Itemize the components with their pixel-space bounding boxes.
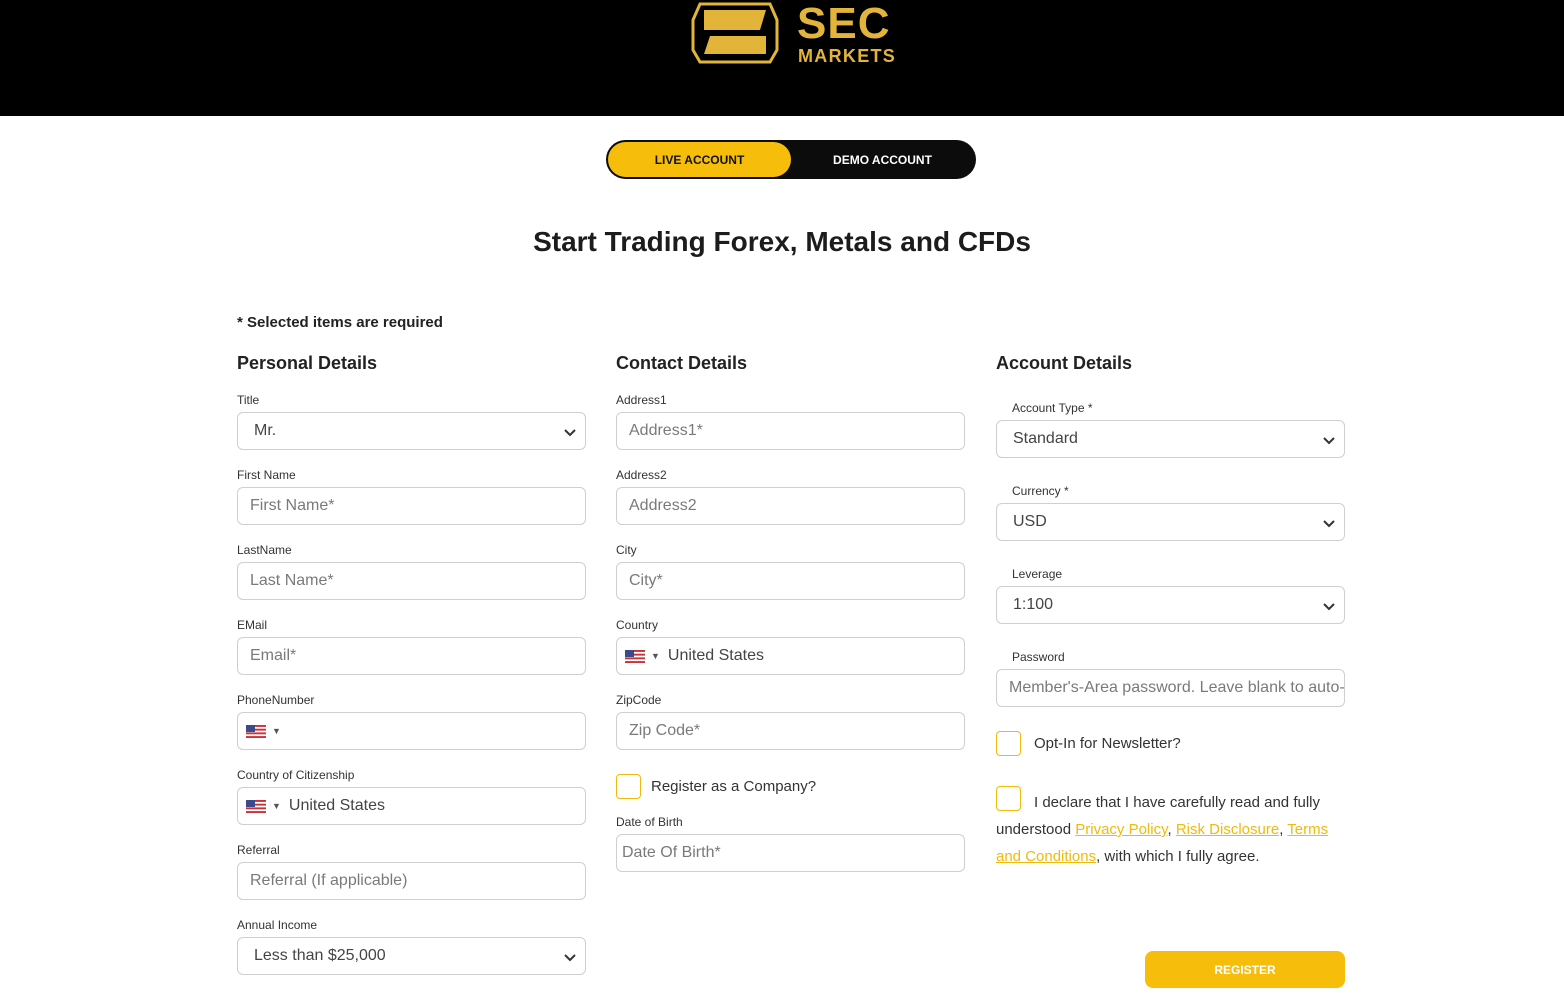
account-details-heading: Account Details (996, 353, 1133, 373)
title-label: Title (237, 393, 260, 407)
demo-account-tab[interactable]: DEMO ACCOUNT (791, 142, 974, 177)
last-name-label: LastName (237, 543, 292, 557)
us-flag-icon (625, 649, 645, 663)
citizenship-label: Country of Citizenship (237, 768, 355, 782)
account-type-select[interactable]: Standard (996, 420, 1345, 458)
country-value: United States (667, 647, 764, 664)
declaration-text-end: , with which I fully agree. (1096, 848, 1260, 865)
declaration-comma: , (1167, 821, 1172, 838)
declaration-comma: , (1279, 821, 1284, 838)
chevron-down-icon (564, 954, 576, 962)
currency-label: Currency * (1012, 484, 1069, 498)
account-type-value: Standard (1013, 430, 1078, 447)
leverage-value: 1:100 (1013, 596, 1054, 613)
logo-text-sec: SEC (797, 0, 891, 48)
chevron-down-icon (1323, 520, 1335, 528)
us-flag-icon[interactable] (246, 724, 266, 738)
dob-input[interactable]: Date Of Birth* (616, 834, 965, 872)
required-note: * Selected items are required (237, 314, 443, 331)
city-input[interactable]: City* (616, 562, 965, 600)
newsletter-label[interactable]: Opt-In for Newsletter? (1034, 735, 1181, 752)
chevron-down-icon (564, 429, 576, 437)
address2-label: Address2 (616, 468, 667, 482)
email-label: EMail (237, 618, 268, 632)
address1-input[interactable]: Address1* (616, 412, 965, 450)
account-type-toggle: LIVE ACCOUNT DEMO ACCOUNT (606, 140, 976, 179)
register-company-label[interactable]: Register as a Company? (651, 778, 816, 795)
chevron-down-icon (1323, 437, 1335, 445)
personal-details-heading: Personal Details (237, 353, 378, 373)
title-select[interactable]: Mr. (237, 412, 586, 450)
phone-label: PhoneNumber (237, 693, 315, 707)
privacy-policy-link[interactable]: Privacy Policy (1075, 821, 1167, 838)
newsletter-checkbox[interactable] (996, 731, 1021, 756)
register-button[interactable]: REGISTER (1145, 951, 1345, 988)
site-header: SEC MARKETS (0, 0, 1564, 116)
dob-label: Date of Birth (616, 815, 683, 829)
zip-label: ZipCode (616, 693, 662, 707)
logo-mark-icon (691, 2, 779, 64)
address1-label: Address1 (616, 393, 667, 407)
phone-input[interactable]: ▼ (237, 712, 586, 750)
country-label: Country (616, 618, 659, 632)
first-name-label: First Name (237, 468, 296, 482)
referral-label: Referral (237, 843, 280, 857)
country-dropdown-caret-icon: ▼ (272, 801, 281, 811)
country-dropdown-caret-icon[interactable]: ▼ (272, 726, 281, 736)
live-account-tab[interactable]: LIVE ACCOUNT (608, 142, 791, 177)
title-value: Mr. (254, 422, 277, 439)
last-name-input[interactable]: Last Name* (237, 562, 586, 600)
leverage-label: Leverage (1012, 567, 1063, 581)
leverage-select[interactable]: 1:100 (996, 586, 1345, 624)
country-select[interactable]: ▼ United States (616, 637, 965, 675)
register-company-checkbox[interactable] (616, 774, 641, 799)
sec-markets-logo[interactable]: SEC MARKETS (690, 0, 900, 70)
account-type-label: Account Type * (1012, 401, 1093, 415)
page-title: Start Trading Forex, Metals and CFDs (533, 226, 1031, 257)
password-input[interactable]: Member's-Area password. Leave blank to a… (996, 669, 1345, 707)
citizenship-select[interactable]: ▼ United States (237, 787, 586, 825)
first-name-input[interactable]: First Name* (237, 487, 586, 525)
email-input[interactable]: Email* (237, 637, 586, 675)
password-label: Password (1012, 650, 1065, 664)
annual-income-label: Annual Income (237, 918, 318, 932)
currency-select[interactable]: USD (996, 503, 1345, 541)
address2-input[interactable]: Address2 (616, 487, 965, 525)
annual-income-select[interactable]: Less than $25,000 (237, 937, 586, 975)
risk-disclosure-link[interactable]: Risk Disclosure (1176, 821, 1279, 838)
zip-input[interactable]: Zip Code* (616, 712, 965, 750)
chevron-down-icon (1323, 603, 1335, 611)
city-label: City (616, 543, 637, 557)
annual-income-value: Less than $25,000 (254, 947, 386, 964)
us-flag-icon (246, 799, 266, 813)
declaration-text: I declare that I have carefully read and… (996, 789, 1336, 870)
currency-value: USD (1013, 513, 1047, 530)
logo-text-markets: MARKETS (798, 46, 897, 66)
country-dropdown-caret-icon: ▼ (651, 651, 660, 661)
referral-input[interactable]: Referral (If applicable) (237, 862, 586, 900)
contact-details-heading: Contact Details (616, 353, 748, 373)
citizenship-value: United States (288, 797, 385, 814)
